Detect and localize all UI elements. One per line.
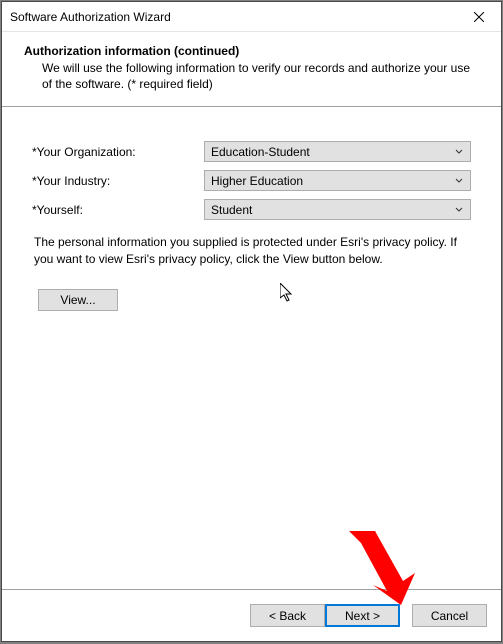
view-button[interactable]: View... xyxy=(38,289,118,311)
privacy-text: The personal information you supplied is… xyxy=(32,234,471,266)
row-industry: *Your Industry: Higher Education xyxy=(32,170,471,191)
industry-label: *Your Industry: xyxy=(32,174,204,188)
cancel-button[interactable]: Cancel xyxy=(412,604,487,627)
row-yourself: *Yourself: Student xyxy=(32,199,471,220)
view-button-label: View... xyxy=(60,293,95,307)
next-button[interactable]: Next > xyxy=(325,604,400,627)
chevron-down-icon xyxy=(452,207,466,213)
yourself-select[interactable]: Student xyxy=(204,199,471,220)
heading-description: We will use the following information to… xyxy=(24,60,471,92)
close-icon xyxy=(474,9,484,25)
industry-select[interactable]: Higher Education xyxy=(204,170,471,191)
cancel-button-label: Cancel xyxy=(431,609,468,623)
organization-label: *Your Organization: xyxy=(32,145,204,159)
chevron-down-icon xyxy=(452,149,466,155)
yourself-label: *Yourself: xyxy=(32,203,204,217)
chevron-down-icon xyxy=(452,178,466,184)
footer-buttons: < Back Next > Cancel xyxy=(2,589,501,641)
cursor-icon xyxy=(280,283,296,306)
heading-area: Authorization information (continued) We… xyxy=(2,32,501,107)
yourself-value: Student xyxy=(211,203,452,217)
wizard-window: Software Authorization Wizard Authorizat… xyxy=(1,1,502,642)
heading-title: Authorization information (continued) xyxy=(24,44,471,58)
organization-select[interactable]: Education-Student xyxy=(204,141,471,162)
industry-value: Higher Education xyxy=(211,174,452,188)
close-button[interactable] xyxy=(456,2,501,31)
organization-value: Education-Student xyxy=(211,145,452,159)
row-organization: *Your Organization: Education-Student xyxy=(32,141,471,162)
back-button-label: < Back xyxy=(269,609,306,623)
next-button-label: Next > xyxy=(345,609,380,623)
titlebar: Software Authorization Wizard xyxy=(2,2,501,32)
back-button[interactable]: < Back xyxy=(250,604,325,627)
window-title: Software Authorization Wizard xyxy=(10,10,456,24)
content-area: *Your Organization: Education-Student *Y… xyxy=(2,107,501,589)
